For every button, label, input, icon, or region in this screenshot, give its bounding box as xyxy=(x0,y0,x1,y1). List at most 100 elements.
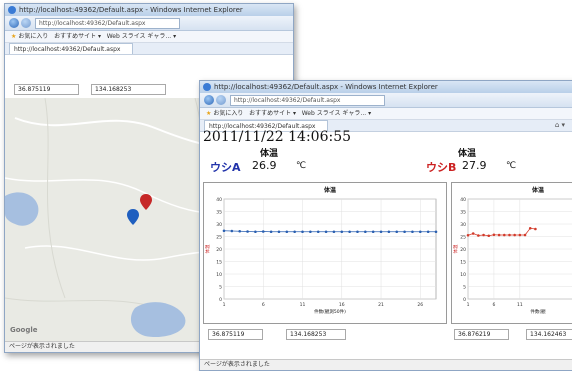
front-window-title: http://localhost:49362/Default.aspx - Wi… xyxy=(214,83,438,91)
chart-a-x-tick-label: 11 xyxy=(300,302,306,308)
chart-b-data-point xyxy=(492,233,496,237)
front-browser-window: http://localhost:49362/Default.aspx - Wi… xyxy=(199,80,572,371)
chart-a-data-point xyxy=(395,230,399,234)
chart-a-x-tick-label: 6 xyxy=(262,302,265,308)
google-logo: Google xyxy=(10,326,38,334)
cow-a-name: ウシA xyxy=(210,161,241,174)
chart-a-data-point xyxy=(403,230,406,234)
blue-marker-icon[interactable] xyxy=(126,208,140,226)
chart-a-data-point xyxy=(316,230,320,234)
chart-b-y-tick-label: 25 xyxy=(460,235,466,241)
chart-b-y-tick-label: 10 xyxy=(460,272,466,278)
back-title-bar: http://localhost:49362/Default.aspx - Wi… xyxy=(5,4,293,16)
chart-b-x-tick-label: 6 xyxy=(492,302,495,308)
chart-b-y-tick-label: 20 xyxy=(460,247,466,253)
back-favorites-label[interactable]: お気に入り xyxy=(18,33,48,40)
favorites-star-icon[interactable]: ★ xyxy=(206,110,211,117)
chart-a-title: 体温 xyxy=(324,186,336,194)
front-lng-a-field[interactable]: 134.168253 xyxy=(286,329,346,340)
chart-a-data-point xyxy=(356,230,359,234)
chart-a-data-point xyxy=(332,230,336,234)
red-marker-icon[interactable] xyxy=(139,193,153,211)
chart-a-data-point xyxy=(230,229,234,233)
chart-b-x-tick-label: 11 xyxy=(517,302,523,308)
favorites-star-icon[interactable]: ★ xyxy=(11,33,16,40)
chart-a-data-point xyxy=(379,230,383,234)
back-arrow-icon[interactable] xyxy=(204,95,214,105)
chart-b-y-tick-label: 35 xyxy=(460,210,466,216)
chart-b-data-point xyxy=(534,227,537,231)
chart-a-data-point xyxy=(434,230,438,234)
home-icon[interactable]: ⌂ ▾ xyxy=(555,120,565,131)
chart-a-y-label: 体温 xyxy=(204,244,211,253)
chart-a-data-point xyxy=(411,230,414,234)
chart-a-data-point xyxy=(222,229,226,233)
front-web-slice[interactable]: Web スライス ギャラ... ▾ xyxy=(302,110,371,117)
chart-b-data-point xyxy=(528,226,532,230)
pond-left xyxy=(5,192,39,226)
chart-b-svg: 体温ウシB05101520253035401611件数(観体温 xyxy=(452,186,572,315)
back-tab-bar: http://localhost:49362/Default.aspx xyxy=(5,43,293,55)
chart-a-data-point xyxy=(238,229,242,233)
chart-b-data-point xyxy=(497,233,501,237)
back-web-slice[interactable]: Web スライス ギャラ... ▾ xyxy=(107,33,176,40)
ie-logo-icon xyxy=(203,83,211,91)
chart-a-x-tick-label: 26 xyxy=(417,302,423,308)
chart-a-data-point xyxy=(324,230,328,234)
chart-a-data-point xyxy=(254,230,257,234)
chart-b-data-point xyxy=(523,233,527,237)
cow-a-value: 26.9 xyxy=(252,159,277,172)
chart-a-y-tick-label: 30 xyxy=(216,222,222,228)
front-lng-b-field[interactable]: 134.162463 xyxy=(526,329,572,340)
front-address-bar[interactable]: http://localhost:49362/Default.aspx xyxy=(230,95,385,106)
chart-a-y-tick-label: 25 xyxy=(216,235,222,241)
back-lng-field[interactable]: 134.168253 xyxy=(91,84,166,95)
chart-a-y-tick-label: 20 xyxy=(216,247,222,253)
chart-b-data-point xyxy=(471,232,475,235)
cow-a-temp-header: 体温 xyxy=(260,149,279,159)
chart-a-y-tick-label: 15 xyxy=(216,260,222,266)
front-suggested-sites[interactable]: おすすめサイト ▾ xyxy=(249,110,296,117)
chart-b-data-point xyxy=(477,234,480,237)
chart-a-svg: 体温ウシA05101520253035401611162126件数(観測50件)… xyxy=(204,186,438,315)
chart-b-data-point xyxy=(482,233,485,237)
chart-a-data-point xyxy=(387,230,391,234)
chart-b-data-point xyxy=(466,233,470,237)
chart-a-y-tick-label: 35 xyxy=(216,210,222,216)
front-lat-b-field[interactable]: 36.876219 xyxy=(454,329,509,340)
chart-a-y-tick-label: 40 xyxy=(216,197,222,203)
front-status-bar: ページが表示されました xyxy=(200,359,572,370)
back-favorites-bar: ★ お気に入り おすすめサイト ▾ Web スライス ギャラ... ▾ xyxy=(5,31,293,43)
front-favorites-bar: ★ お気に入り おすすめサイト ▾ Web スライス ギャラ... ▾ xyxy=(200,108,572,120)
back-nav-bar: http://localhost:49362/Default.aspx xyxy=(5,16,293,31)
back-address-bar[interactable]: http://localhost:49362/Default.aspx xyxy=(35,18,180,29)
cow-b-unit: ℃ xyxy=(506,161,517,171)
back-arrow-icon[interactable] xyxy=(9,18,19,28)
ie-logo-icon xyxy=(8,6,16,14)
forward-arrow-icon[interactable] xyxy=(21,18,31,28)
back-tab[interactable]: http://localhost:49362/Default.aspx xyxy=(9,43,134,54)
chart-b-y-tick-label: 15 xyxy=(460,260,466,266)
forward-arrow-icon[interactable] xyxy=(216,95,226,105)
front-favorites-label[interactable]: お気に入り xyxy=(213,110,243,117)
chart-a-x-tick-label: 1 xyxy=(223,302,226,308)
pond-bottom xyxy=(130,302,186,338)
chart-a-x-tick-label: 21 xyxy=(378,302,384,308)
back-suggested-sites[interactable]: おすすめサイト ▾ xyxy=(54,33,101,40)
cow-b-temp-header: 体温 xyxy=(458,149,477,159)
chart-b-data-point xyxy=(502,233,506,237)
chart-a-y-tick-label: 5 xyxy=(219,285,222,291)
back-lat-field[interactable]: 36.875119 xyxy=(14,84,79,95)
front-lat-a-field[interactable]: 36.875119 xyxy=(208,329,263,340)
chart-a-data-point xyxy=(309,230,312,234)
chart-a-data-point xyxy=(293,230,296,234)
chart-a-data-point xyxy=(426,230,430,234)
chart-a-y-tick-label: 10 xyxy=(216,272,222,278)
chart-a: 体温ウシA05101520253035401611162126件数(観測50件)… xyxy=(203,182,447,324)
chart-b-x-label: 件数(観 xyxy=(530,308,546,315)
chart-b-y-label: 体温 xyxy=(452,244,459,253)
cow-a-unit: ℃ xyxy=(296,161,307,171)
chart-b-title: 体温 xyxy=(532,186,544,194)
chart-b-data-point xyxy=(487,234,491,238)
chart-a-data-point xyxy=(277,230,281,234)
